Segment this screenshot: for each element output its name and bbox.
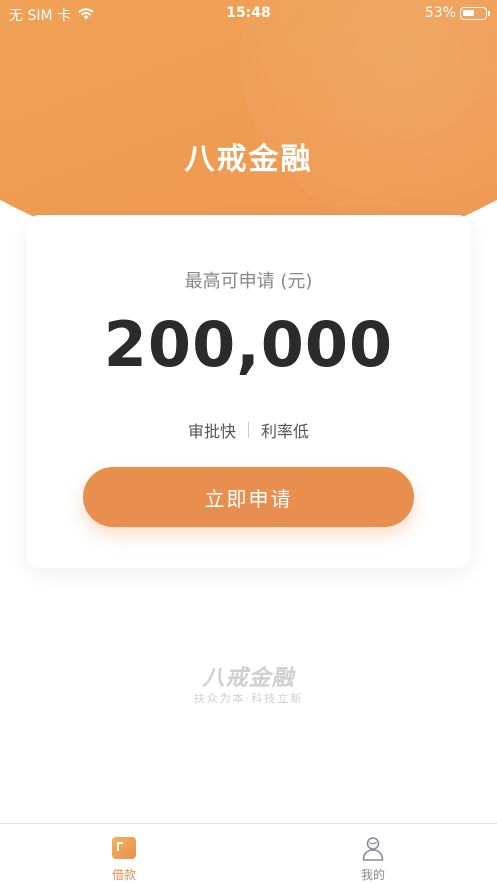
feature-divider [248,422,249,438]
brand-slogan: 扶众为本·科技立新 [193,692,304,705]
battery-fill [463,9,474,16]
loan-icon [111,835,137,861]
loan-card: 最高可申请 (元) 200,000 审批快 利率低 立即申请 [27,215,470,568]
tab-mine[interactable]: 我的 [249,824,497,883]
feature-fast-approval: 审批快 [187,422,236,441]
tab-bar: 借款 我的 [0,823,497,883]
screen: 无 SIM 卡 15:48 53% 八戒金融 最高可申请 (元) 200,000… [0,0,497,883]
tab-loan[interactable]: 借款 [0,824,248,883]
feature-list: 审批快 利率低 [27,418,470,442]
max-amount-label: 最高可申请 (元) [184,271,313,292]
battery-icon [460,6,490,20]
battery-cap [488,10,490,16]
feature-low-rate: 利率低 [261,422,310,441]
page-title: 八戒金融 [184,142,313,177]
tab-loan-label: 借款 [111,868,136,882]
status-bar: 无 SIM 卡 15:48 53% [0,0,497,28]
person-icon [360,835,386,861]
max-amount-value: 200,000 [103,308,394,381]
brand-logo: 八戒金融 [202,666,295,691]
battery-percent: 53% [424,5,456,21]
apply-now-button[interactable]: 立即申请 [83,467,414,527]
tab-mine-label: 我的 [360,868,385,882]
status-time: 15:48 [226,5,271,21]
status-right: 53% [424,5,490,21]
